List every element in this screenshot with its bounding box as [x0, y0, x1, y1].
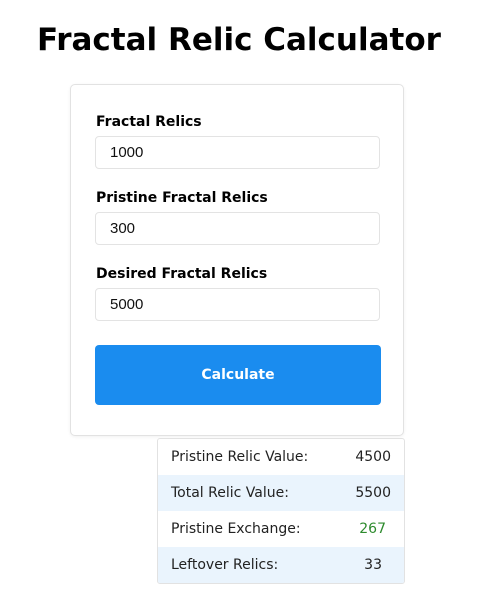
fractal-relics-label: Fractal Relics: [96, 114, 202, 130]
page-title: Fractal Relic Calculator: [37, 22, 441, 58]
result-label: Pristine Exchange:: [171, 521, 301, 537]
calculator-card: Fractal Relics Pristine Fractal Relics D…: [70, 84, 404, 436]
desired-fractal-relics-label: Desired Fractal Relics: [96, 266, 268, 282]
pristine-fractal-relics-label: Pristine Fractal Relics: [96, 190, 268, 206]
pristine-fractal-relics-input[interactable]: [95, 212, 380, 245]
results-table: Pristine Relic Value: 4500 Total Relic V…: [157, 438, 405, 584]
fractal-relics-input[interactable]: [95, 136, 380, 169]
result-row-pristine-exchange: Pristine Exchange: 267: [158, 511, 404, 547]
result-label: Pristine Relic Value:: [171, 449, 309, 465]
result-row-total-relic-value: Total Relic Value: 5500: [158, 475, 404, 511]
result-row-leftover-relics: Leftover Relics: 33: [158, 547, 404, 583]
result-value: 5500: [355, 485, 391, 501]
result-label: Total Relic Value:: [171, 485, 289, 501]
calculate-button[interactable]: Calculate: [95, 345, 381, 405]
result-value: 33: [364, 557, 382, 573]
result-value: 4500: [355, 449, 391, 465]
result-row-pristine-relic-value: Pristine Relic Value: 4500: [158, 439, 404, 475]
desired-fractal-relics-input[interactable]: [95, 288, 380, 321]
result-label: Leftover Relics:: [171, 557, 279, 573]
result-value: 267: [359, 521, 386, 537]
